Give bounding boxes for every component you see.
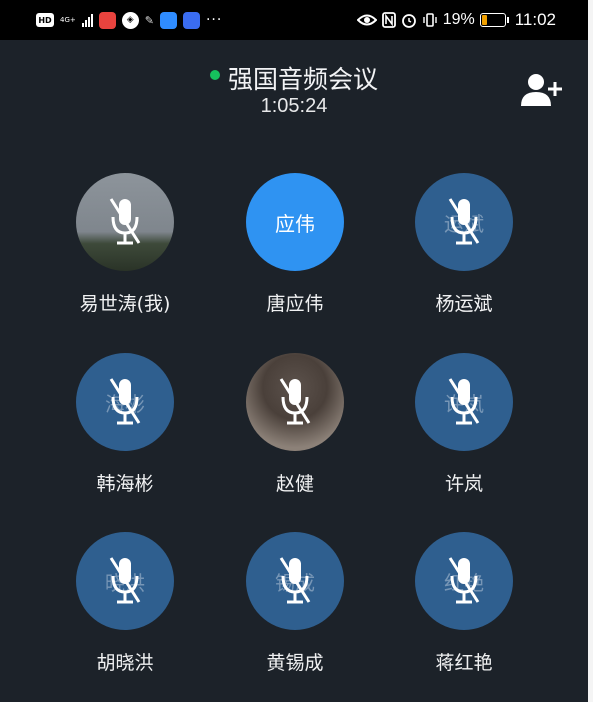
participant-avatar[interactable]: 红艳 [415, 532, 513, 630]
status-right: 19% 11:02 [356, 9, 556, 31]
alarm-icon [401, 14, 416, 28]
music-app-icon [182, 11, 200, 29]
participant-name: 胡晓洪 [96, 652, 154, 674]
app-logo-icon: ✎ [144, 13, 154, 27]
participant-name: 韩海彬 [96, 473, 154, 495]
participant-avatar[interactable] [76, 173, 174, 271]
avatar-initials: 应伟 [275, 211, 315, 236]
participant-name: 易世涛(我) [79, 293, 171, 315]
meeting-duration: 1:05:24 [260, 95, 328, 117]
network-type: 4G+ [60, 15, 76, 24]
participant-tile[interactable]: 红艳蒋红艳 [379, 532, 549, 682]
nfc-icon [381, 12, 396, 28]
meeting-title: 强国音频会议 [227, 65, 378, 94]
more-notifications-icon: ··· [205, 12, 223, 28]
status-left: HD 4G+ ◈ ✎ ··· [36, 9, 222, 31]
hd-badge: HD [36, 13, 54, 27]
battery-percent: 19% [442, 11, 475, 28]
participant-tile[interactable]: 应伟 唐应伟 [210, 173, 380, 323]
participant-tile[interactable]: 海彬韩海彬 [40, 353, 210, 503]
status-bar: HD 4G+ ◈ ✎ ··· 19% 11:02 [0, 0, 588, 40]
screen-edge [588, 0, 593, 702]
participant-name: 黄锡成 [266, 652, 324, 674]
add-user-icon[interactable] [520, 72, 562, 108]
participant-avatar[interactable]: 海彬 [76, 353, 174, 451]
participant-tile[interactable]: 运斌杨运斌 [379, 173, 549, 323]
participant-name: 杨运斌 [435, 293, 493, 315]
status-time: 11:02 [514, 10, 556, 29]
participant-tile[interactable]: 晓洪胡晓洪 [40, 532, 210, 682]
participant-tile[interactable]: 许岚许岚 [379, 353, 549, 503]
participant-tile[interactable]: 易世涛(我) [40, 173, 210, 323]
participant-avatar[interactable]: 运斌 [415, 173, 513, 271]
participant-name: 赵健 [275, 473, 314, 495]
messenger-app-icon [159, 11, 177, 29]
participant-avatar[interactable]: 锡成 [246, 532, 344, 630]
meeting-header: 强国音频会议 [0, 60, 588, 96]
participant-name: 唐应伟 [266, 293, 324, 315]
participant-tile[interactable]: 赵健 [210, 353, 380, 503]
online-indicator [209, 70, 220, 80]
participant-name: 蒋红艳 [435, 652, 493, 674]
participant-avatar[interactable]: 许岚 [415, 353, 513, 451]
meeting-screen: HD 4G+ ◈ ✎ ··· 19% 11:02 强国音频会议 1:05:24 … [0, 0, 588, 702]
participant-name: 许岚 [444, 473, 483, 495]
vibrate-icon [422, 13, 437, 27]
participant-avatar[interactable] [246, 353, 344, 451]
signal-icon [81, 13, 93, 27]
participant-avatar[interactable]: 晓洪 [76, 532, 174, 630]
participant-tile[interactable]: 锡成黄锡成 [210, 532, 380, 682]
participant-avatar[interactable]: 应伟 [246, 173, 344, 271]
browser-app-icon: ◈ [121, 11, 139, 29]
eye-comfort-icon [356, 14, 377, 26]
battery-icon [479, 13, 509, 27]
video-app-icon [98, 11, 116, 29]
